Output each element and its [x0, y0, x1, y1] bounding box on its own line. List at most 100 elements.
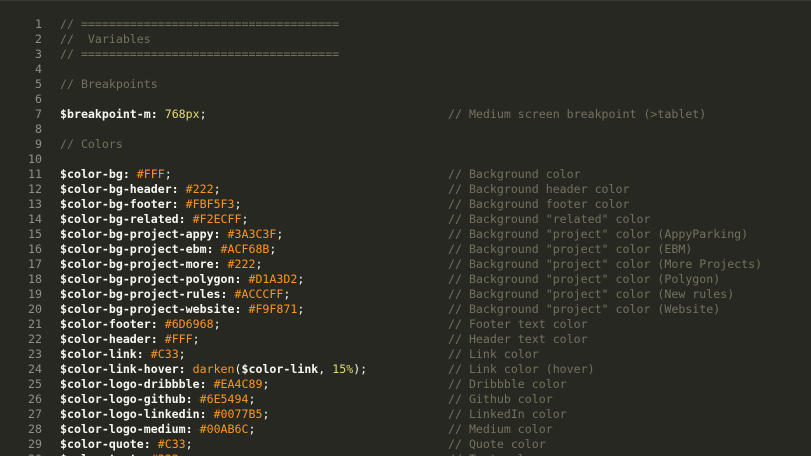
inline-comment: // Link color (hover)	[448, 362, 595, 376]
line-number: 16	[28, 242, 42, 256]
code-token: $color-link	[241, 362, 319, 376]
code-token: #222	[151, 452, 179, 456]
code-editor[interactable]: 1 // ====================================…	[0, 0, 811, 456]
inline-comment: // Background "project" color (AppyParki…	[448, 227, 749, 241]
code-token: #C33	[157, 437, 186, 451]
code-token: $color-bg-project-appy:	[60, 227, 221, 241]
code-line[interactable]: 26 $color-logo-github: #6E5494; // Github …	[0, 392, 811, 407]
code-token: $color-logo-dribbble:	[60, 377, 207, 391]
line-number: 3	[35, 47, 42, 61]
code-token: ;	[283, 287, 291, 301]
inline-comment: // Background "project" color (More Proj…	[448, 257, 763, 271]
code-token: ;	[192, 332, 200, 346]
code-line[interactable]: 24 $color-link-hover: darken($color-link,…	[0, 362, 811, 377]
code-text: // =====================================	[60, 17, 339, 32]
code-line[interactable]: 28 $color-logo-medium: #00AB6C; // Medium …	[0, 422, 811, 437]
code-line[interactable]: 9 // Colors	[0, 137, 811, 152]
code-line[interactable]: 15 $color-bg-project-appy: #3A3C3F; // Bac…	[0, 227, 811, 242]
code-line[interactable]: 22 $color-header: #FFF; // Header text col…	[0, 332, 811, 347]
code-token: $color-logo-linkedin:	[60, 407, 207, 421]
inline-comment: // Background "related" color	[448, 212, 651, 226]
inline-comment: // Github color	[448, 392, 553, 406]
code-line[interactable]: 10	[0, 152, 811, 167]
code-line[interactable]: 2 // Variables	[0, 32, 811, 47]
code-token: ,	[318, 362, 333, 376]
code-line[interactable]: 17 $color-bg-project-more: #222; // Backgr…	[0, 257, 811, 272]
code-token: ;	[178, 347, 186, 361]
code-text: // Variables	[60, 32, 151, 47]
inline-comment: // Background "project" color (EBM)	[448, 242, 693, 256]
code-text: // Colors	[60, 137, 123, 152]
code-line[interactable]: 23 $color-link: #C33; // Link color	[0, 347, 811, 362]
code-token: $color-footer:	[60, 317, 158, 331]
code-token: ;	[185, 437, 193, 451]
inline-comment: // Footer text color	[448, 317, 588, 331]
line-number: 6	[35, 92, 42, 106]
code-line[interactable]: 4	[0, 62, 811, 77]
inline-comment: // Medium color	[448, 422, 553, 436]
code-line[interactable]: 14 $color-bg-related: #F2ECFF; // Backgrou…	[0, 212, 811, 227]
code-line[interactable]: 18 $color-bg-project-polygon: #D1A3D2; // …	[0, 272, 811, 287]
code-line[interactable]: 16 $color-bg-project-ebm: #ACF68B; // Back…	[0, 242, 811, 257]
code-line[interactable]: 25 $color-logo-dribbble: #EA4C89; // Dribb…	[0, 377, 811, 392]
code-token: #ACF68B	[220, 242, 270, 256]
code-token: ;	[276, 227, 284, 241]
code-line[interactable]: 27 $color-logo-linkedin: #0077B5; // Linke…	[0, 407, 811, 422]
code-token: #C33	[150, 347, 179, 361]
line-number: 29	[28, 437, 42, 451]
code-text: $color-bg-project-website: #F9F871;	[60, 302, 304, 317]
code-token: $color-bg-related:	[60, 212, 186, 226]
code-text: $color-bg-footer: #FBF5F3;	[60, 197, 242, 212]
code-line[interactable]: 12 $color-bg-header: #222; // Background h…	[0, 182, 811, 197]
line-number: 2	[35, 32, 42, 46]
code-line[interactable]: 13 $color-bg-footer: #FBF5F3; // Backgroun…	[0, 197, 811, 212]
code-token: ;	[213, 182, 221, 196]
code-token: $color-logo-github:	[60, 392, 193, 406]
code-token: #F9F871	[248, 302, 298, 316]
code-token: // =====================================	[60, 17, 340, 31]
line-number: 20	[28, 302, 42, 316]
code-line[interactable]: 3 // ====================================…	[0, 47, 811, 62]
code-token: $color-header:	[60, 332, 158, 346]
code-line[interactable]: 29 $color-quote: #C33; // Quote color	[0, 437, 811, 452]
code-text: $color-link-hover: darken($color-link, 1…	[60, 362, 367, 377]
line-number: 22	[28, 332, 42, 346]
code-text: $color-bg-project-more: #222;	[60, 257, 262, 272]
line-number: 12	[28, 182, 42, 196]
code-token: ;	[262, 407, 270, 421]
code-token: $color-bg-project-ebm:	[60, 242, 214, 256]
code-token: #F2ECFF	[192, 212, 242, 226]
line-number: 14	[28, 212, 42, 226]
code-text: $color-logo-github: #6E5494;	[60, 392, 255, 407]
line-number: 1	[35, 17, 42, 31]
code-text: $color-header: #FFF;	[60, 332, 200, 347]
code-line[interactable]: 7 $breakpoint-m: 768px; // Medium screen b…	[0, 107, 811, 122]
line-number: 5	[35, 77, 42, 91]
line-number: 30	[0, 452, 42, 456]
line-number: 4	[35, 62, 42, 76]
code-line[interactable]: 8	[0, 122, 811, 137]
code-line[interactable]: 1 // ====================================…	[0, 17, 811, 32]
code-token: $color-bg-header:	[60, 182, 179, 196]
code-line[interactable]: 19 $color-bg-project-rules: #ACCCFF; // Ba…	[0, 287, 811, 302]
code-line[interactable]: 11 $color-bg: #FFF; // Background color	[0, 167, 811, 182]
code-line[interactable]: 20 $color-bg-project-website: #F9F871; // …	[0, 302, 811, 317]
line-number: 21	[28, 317, 42, 331]
code-line[interactable]: 21 $color-footer: #6D6968; // Footer text …	[0, 317, 811, 332]
code-token: #FBF5F3	[185, 197, 235, 211]
code-line[interactable]: 6	[0, 92, 811, 107]
code-line[interactable]: 5 // Breakpoints	[0, 77, 811, 92]
code-token: #0077B5	[213, 407, 263, 421]
line-number: 25	[28, 377, 42, 391]
code-token: #6D6968	[164, 317, 214, 331]
inline-comment: // Link color	[448, 347, 539, 361]
code-line[interactable]: 30 $color-text: #222; // Text color	[0, 452, 811, 456]
inline-comment: // Background "project" color (Website)	[448, 302, 721, 316]
